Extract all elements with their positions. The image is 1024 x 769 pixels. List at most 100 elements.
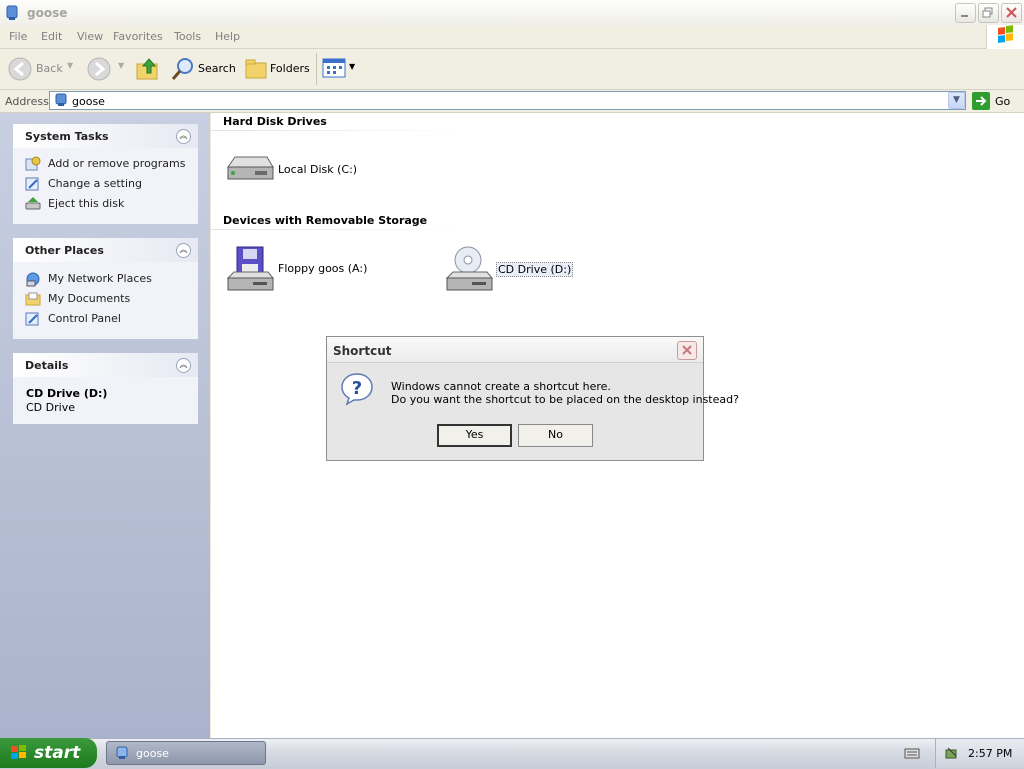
go-button[interactable]: Go — [972, 92, 1017, 110]
back-button[interactable]: Back ▼ — [8, 56, 78, 82]
windows-logo — [986, 25, 1024, 49]
menu-view[interactable]: View — [77, 30, 103, 43]
system-tasks-title: System Tasks — [25, 130, 109, 143]
control-panel-icon — [25, 177, 39, 191]
windows-flag-icon — [998, 25, 1013, 43]
menu-help[interactable]: Help — [215, 30, 240, 43]
floppy-drive-icon — [226, 246, 275, 291]
my-documents-icon — [25, 292, 41, 306]
search-button[interactable]: Search — [166, 56, 236, 82]
place-label: My Documents — [48, 292, 131, 305]
drive-icon — [116, 746, 128, 759]
details-title: Details — [25, 359, 69, 372]
drive-icon — [6, 5, 18, 20]
no-button[interactable]: No — [518, 424, 593, 447]
drive-label-selected: CD Drive (D:) — [496, 262, 574, 277]
minimize-icon — [961, 15, 968, 17]
forward-button[interactable]: ▼ — [87, 56, 127, 82]
views-button[interactable]: ▼ — [322, 58, 358, 80]
details-name: CD Drive (D:) — [26, 387, 108, 400]
taskbar-window-button[interactable]: goose — [106, 741, 266, 765]
other-places-header[interactable]: Other Places ︽ — [13, 238, 198, 262]
drive-label: Floppy goos (A:) — [278, 262, 368, 275]
details-panel: Details ︽ CD Drive (D:) CD Drive — [13, 353, 198, 424]
taskbar-window-label: goose — [136, 747, 169, 760]
up-button[interactable] — [135, 56, 161, 82]
clock: 2:57 PM — [968, 747, 1013, 760]
other-places-title: Other Places — [25, 244, 104, 257]
question-icon: ? — [341, 373, 373, 406]
system-tasks-header[interactable]: System Tasks ︽ — [13, 124, 198, 148]
add-remove-programs-icon — [25, 156, 41, 171]
address-input[interactable]: goose — [49, 91, 966, 110]
keyboard-icon[interactable] — [904, 746, 920, 760]
menu-tools[interactable]: Tools — [174, 30, 201, 43]
folders-icon — [245, 59, 267, 79]
yes-button[interactable]: Yes — [437, 424, 512, 447]
system-tray: 2:57 PM — [935, 739, 1024, 768]
folders-button[interactable]: Folders — [241, 56, 311, 82]
forward-dropdown-icon: ▼ — [118, 61, 125, 70]
other-places-panel: Other Places ︽ My Network Places My Docu… — [13, 238, 198, 339]
window-title: goose — [27, 6, 68, 20]
collapse-chevron-icon[interactable]: ︽ — [176, 129, 191, 144]
dialog-close-button[interactable] — [677, 341, 697, 360]
control-panel-icon — [25, 312, 39, 326]
system-tasks-panel: System Tasks ︽ Add or remove programs Ch… — [13, 124, 198, 224]
windows-flag-icon — [11, 745, 26, 759]
toolbar-separator — [316, 53, 317, 85]
start-button[interactable]: start — [0, 738, 97, 768]
eject-icon — [25, 197, 41, 210]
maximize-button[interactable] — [978, 3, 999, 23]
shortcut-dialog: Shortcut ? Windows cannot create a short… — [326, 336, 739, 461]
restore-icon — [982, 7, 993, 18]
forward-arrow-icon — [87, 57, 111, 81]
network-tray-icon[interactable] — [944, 745, 960, 761]
title-bar: goose — [0, 0, 1024, 27]
back-label: Back — [36, 62, 63, 75]
address-dropdown-button[interactable]: ▼ — [948, 92, 965, 109]
address-value: goose — [72, 95, 105, 108]
close-button[interactable] — [1001, 3, 1022, 23]
svg-text:?: ? — [352, 378, 362, 399]
details-header[interactable]: Details ︽ — [13, 353, 198, 377]
drive-floppy[interactable]: Floppy goos (A:) — [225, 246, 368, 296]
group-divider — [211, 229, 466, 230]
drive-cd[interactable]: CD Drive (D:) — [444, 246, 574, 296]
network-places-icon — [26, 272, 40, 287]
go-label: Go — [995, 95, 1011, 108]
back-arrow-icon — [8, 57, 32, 81]
dialog-message-line2: Do you want the shortcut to be placed on… — [391, 393, 739, 406]
search-icon — [171, 58, 193, 80]
go-arrow-icon — [972, 92, 990, 110]
drive-local-disk[interactable]: Local Disk (C:) — [225, 151, 358, 187]
task-label: Change a setting — [48, 177, 142, 190]
menu-edit[interactable]: Edit — [41, 30, 62, 43]
views-dropdown-icon: ▼ — [349, 62, 356, 71]
minimize-button[interactable] — [955, 3, 976, 23]
hard-disk-icon — [227, 156, 274, 180]
folders-label: Folders — [270, 62, 310, 75]
start-label: start — [34, 743, 81, 763]
dialog-title-bar: Shortcut — [327, 337, 703, 363]
menu-favorites[interactable]: Favorites — [113, 30, 163, 43]
task-pane: System Tasks ︽ Add or remove programs Ch… — [0, 113, 210, 738]
cd-drive-icon — [445, 246, 494, 291]
group-header-hard-disk: Hard Disk Drives — [223, 115, 327, 128]
menu-file[interactable]: File — [9, 30, 27, 43]
place-label: My Network Places — [48, 272, 152, 285]
drive-label: Local Disk (C:) — [278, 163, 358, 176]
collapse-chevron-icon[interactable]: ︽ — [176, 358, 191, 373]
group-divider — [211, 130, 466, 131]
task-label: Eject this disk — [48, 197, 125, 210]
dialog-message-line1: Windows cannot create a shortcut here. — [391, 380, 611, 393]
menu-bar: File Edit View Favorites Tools Help — [0, 26, 1024, 49]
search-label: Search — [198, 62, 236, 75]
close-icon — [1006, 7, 1017, 18]
task-label: Add or remove programs — [48, 157, 186, 170]
toolbar: Back ▼ ▼ Search Folders ▼ — [0, 49, 1024, 90]
dialog-title: Shortcut — [333, 344, 392, 358]
drive-icon — [55, 93, 67, 106]
views-icon — [322, 58, 346, 78]
collapse-chevron-icon[interactable]: ︽ — [176, 243, 191, 258]
